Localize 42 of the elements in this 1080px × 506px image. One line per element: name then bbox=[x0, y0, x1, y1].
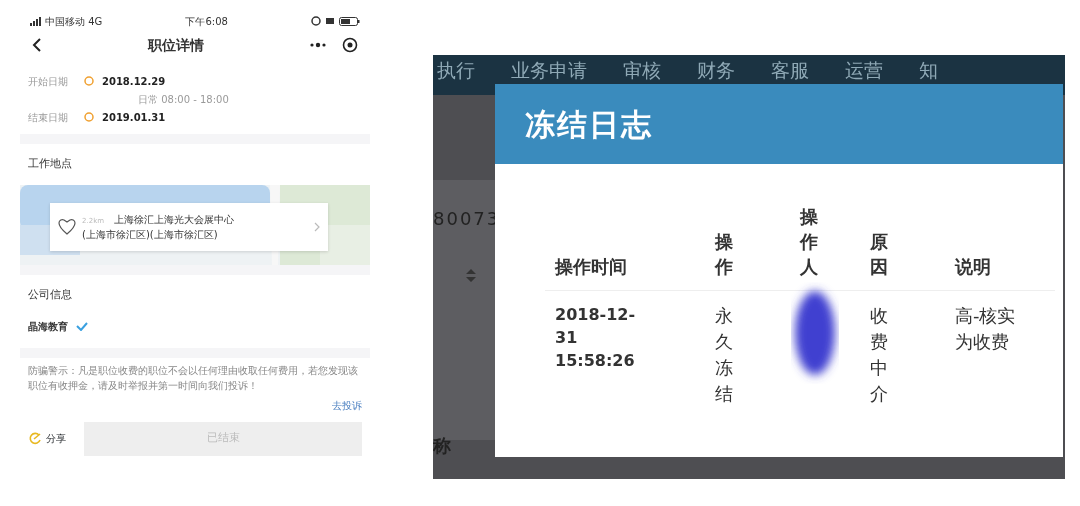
nav-item[interactable]: 执行 bbox=[437, 59, 475, 81]
share-icon bbox=[28, 431, 42, 446]
signal-icon bbox=[30, 16, 41, 26]
battery-icon bbox=[339, 16, 360, 26]
table-cell-text: 2018-12-31 15:58:26 bbox=[555, 303, 637, 372]
column-header: 操作 bbox=[715, 230, 734, 280]
clock-icon bbox=[84, 76, 94, 86]
notice-text: 防骗警示：凡是职位收费的职位不会以任何理由收取任何费用，若您发现该职位有收押金，请及时举报并第一时间向我们投诉！ bbox=[27, 364, 359, 393]
address-text: (上海市徐汇区)(上海市徐汇区) bbox=[82, 228, 218, 240]
nav-item[interactable]: 客服 bbox=[771, 59, 809, 81]
nav-item[interactable]: 运营 bbox=[845, 59, 883, 81]
complaint-link[interactable]: 去投诉 bbox=[332, 400, 362, 411]
record-icon[interactable] bbox=[342, 37, 358, 53]
page-title: 职位详情 bbox=[148, 35, 204, 55]
more-icon[interactable] bbox=[310, 42, 326, 48]
date-value: 2018.12.29 bbox=[102, 74, 166, 89]
nav-item[interactable]: 知 bbox=[919, 59, 938, 81]
carrier-label: 中国移动 4G bbox=[45, 14, 103, 29]
section-heading: 工作地点 bbox=[28, 157, 72, 170]
date-value: 2019.01.31 bbox=[102, 110, 166, 125]
label-text: 称 bbox=[433, 434, 451, 458]
table-cell-text: 收费中介 bbox=[870, 303, 889, 406]
status-time: 下午6:08 bbox=[185, 14, 228, 29]
date-label: 结束日期 bbox=[28, 110, 69, 125]
column-header: 操作时间 bbox=[555, 256, 627, 278]
back-icon[interactable] bbox=[32, 38, 42, 52]
place-name: 上海徐汇上海光大会展中心 bbox=[114, 213, 234, 225]
company-name: 晶海教育 bbox=[28, 320, 68, 334]
clock-icon bbox=[84, 112, 94, 122]
nav-item[interactable]: 审核 bbox=[623, 59, 661, 81]
time-range: 日常 08:00 - 18:00 bbox=[138, 94, 229, 105]
modal-title: 冻结日志 bbox=[525, 105, 653, 144]
nav-item[interactable]: 财务 bbox=[697, 59, 735, 81]
column-header: 原因 bbox=[870, 230, 889, 280]
section-heading: 公司信息 bbox=[28, 287, 72, 301]
table-cell-text: 永久冻结 bbox=[715, 303, 734, 406]
column-header: 说明 bbox=[955, 256, 991, 278]
share-button[interactable]: 分享 bbox=[28, 431, 66, 446]
table-cell-text: 高-核实为收费 bbox=[955, 303, 1017, 354]
nav-item[interactable]: 业务申请 bbox=[511, 59, 587, 81]
column-header: 操作人 bbox=[800, 205, 819, 280]
date-label: 开始日期 bbox=[28, 74, 69, 89]
